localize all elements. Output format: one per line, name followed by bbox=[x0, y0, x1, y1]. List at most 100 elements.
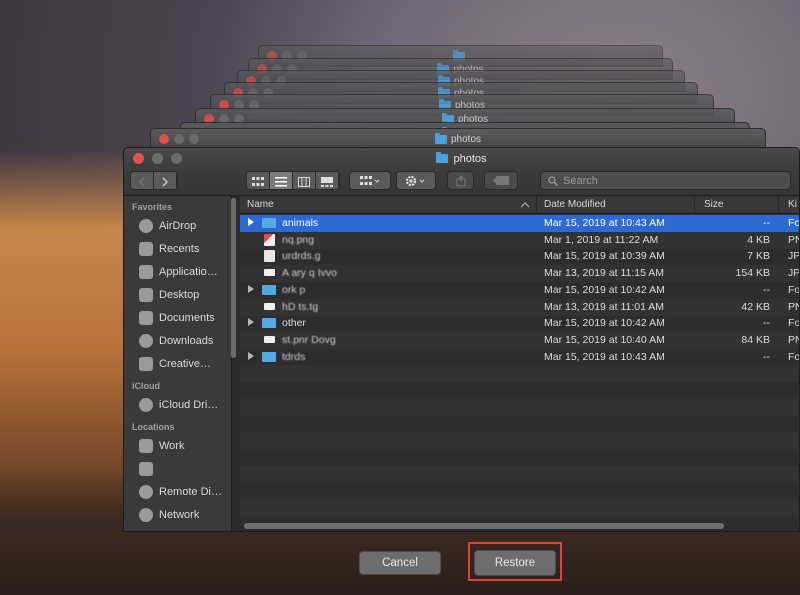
gallery-icon bbox=[321, 176, 333, 187]
file-row[interactable]: st.pnr Dovg Mar 15, 2019 at 10:40 AM 84 KB… bbox=[240, 331, 799, 349]
sidebar-item-label: Network bbox=[159, 509, 200, 521]
zoom-button[interactable] bbox=[171, 153, 182, 164]
sidebar-item[interactable]: Applicatio… bbox=[139, 262, 218, 282]
cloud-icon bbox=[139, 398, 153, 412]
file-name: urdrds.g bbox=[282, 250, 321, 263]
file-date: Mar 1, 2019 at 11:22 AM bbox=[544, 233, 659, 246]
share-button[interactable] bbox=[447, 171, 474, 190]
sidebar-item-label: Remote Di… bbox=[159, 486, 222, 498]
recents-icon bbox=[139, 242, 153, 256]
file-row[interactable]: ork p Mar 15, 2019 at 10:42 AM -- Fo bbox=[240, 282, 800, 299]
back-button[interactable] bbox=[131, 172, 154, 189]
file-name: hD ts.tg bbox=[282, 300, 319, 313]
sidebar-item[interactable]: Creative… bbox=[139, 354, 211, 374]
file-date: Mar 15, 2019 at 10:42 AM bbox=[544, 317, 665, 330]
title-bar: photos bbox=[124, 148, 799, 169]
empty-row bbox=[240, 498, 799, 516]
sidebar-item[interactable]: Recents bbox=[139, 239, 199, 259]
disc-icon bbox=[139, 485, 153, 499]
disclosure-triangle-icon[interactable] bbox=[248, 318, 254, 327]
sidebar-item[interactable]: Documents bbox=[139, 308, 215, 328]
file-row[interactable]: animals Mar 15, 2019 at 10:43 AM -- Fo bbox=[240, 215, 799, 232]
grid-icon bbox=[252, 176, 264, 186]
file-size: -- bbox=[763, 350, 770, 363]
drive-icon bbox=[139, 439, 153, 453]
tags-button[interactable] bbox=[484, 171, 518, 190]
file-kind: Fo bbox=[788, 283, 800, 296]
icon-view-button[interactable] bbox=[247, 172, 270, 189]
image-file-icon bbox=[264, 233, 275, 246]
disclosure-triangle-icon[interactable] bbox=[248, 284, 254, 293]
search-field[interactable]: Search bbox=[540, 171, 791, 190]
sidebar-item[interactable]: Downloads bbox=[139, 331, 213, 351]
column-header-kind[interactable]: Ki bbox=[788, 199, 797, 210]
file-icon bbox=[264, 302, 275, 310]
file-row[interactable]: urdrds.g Mar 15, 2019 at 10:39 AM 7 KB JP bbox=[240, 248, 799, 265]
group-by-button[interactable] bbox=[349, 171, 391, 190]
folder-icon bbox=[436, 152, 449, 163]
empty-row bbox=[240, 482, 799, 499]
action-menu-button[interactable] bbox=[396, 171, 436, 190]
file-size: 84 KB bbox=[741, 333, 770, 346]
file-row[interactable]: other Mar 15, 2019 at 10:42 AM -- Fo bbox=[240, 315, 799, 332]
sidebar-item[interactable] bbox=[139, 459, 159, 479]
gallery-view-button[interactable] bbox=[316, 172, 339, 189]
column-header-size[interactable]: Size bbox=[704, 199, 723, 210]
window-title: photos bbox=[453, 152, 487, 165]
cancel-button[interactable]: Cancel bbox=[359, 551, 441, 575]
sidebar-item[interactable]: Work bbox=[139, 436, 184, 456]
empty-row bbox=[240, 432, 799, 450]
chevron-left-icon bbox=[139, 177, 145, 186]
tag-icon bbox=[493, 176, 509, 185]
file-kind: Fo bbox=[788, 350, 800, 363]
forward-button[interactable] bbox=[154, 172, 177, 189]
horizontal-scrollbar[interactable] bbox=[244, 523, 724, 529]
desktop-icon bbox=[139, 288, 153, 302]
column-header-name[interactable]: Name bbox=[247, 199, 274, 210]
minimize-button[interactable] bbox=[152, 153, 163, 164]
file-row[interactable]: nq.png Mar 1, 2019 at 11:22 AM 4 KB PN bbox=[240, 231, 799, 249]
folder-icon bbox=[262, 284, 276, 295]
list-icon bbox=[275, 176, 287, 186]
sidebar-item-label: Recents bbox=[159, 243, 200, 255]
file-kind: JP bbox=[788, 267, 800, 280]
columns-icon bbox=[298, 176, 310, 187]
list-view-button[interactable] bbox=[270, 172, 293, 189]
gear-icon bbox=[405, 175, 425, 186]
column-header-date[interactable]: Date Modified bbox=[544, 199, 606, 210]
sidebar-section-header: iCloud bbox=[132, 381, 160, 391]
sort-ascending-icon bbox=[521, 202, 529, 208]
sidebar-item[interactable]: Remote Di… bbox=[139, 482, 222, 502]
sidebar-item[interactable]: iCloud Dri… bbox=[139, 395, 218, 415]
file-row[interactable]: tdrds Mar 15, 2019 at 10:43 AM -- Fo bbox=[240, 349, 800, 366]
file-row[interactable]: A ary q Ivvo Mar 13, 2019 at 11:15 AM 154 … bbox=[240, 265, 800, 283]
folder-icon bbox=[262, 318, 276, 329]
disclosure-triangle-icon[interactable] bbox=[248, 218, 254, 226]
file-kind: PN bbox=[788, 333, 799, 346]
disclosure-triangle-icon[interactable] bbox=[248, 351, 254, 360]
share-icon bbox=[456, 174, 465, 186]
file-date: Mar 15, 2019 at 10:39 AM bbox=[544, 250, 665, 263]
sidebar-item-label: Creative… bbox=[159, 358, 211, 370]
sidebar-item-label: Downloads bbox=[159, 335, 214, 347]
close-button[interactable] bbox=[133, 153, 144, 164]
file-name: nq.png bbox=[282, 233, 315, 246]
file-name: other bbox=[282, 317, 306, 330]
toolbar: Search bbox=[124, 169, 799, 196]
folder-icon bbox=[139, 357, 153, 371]
sidebar-item-label: iCloud Dri… bbox=[159, 399, 219, 411]
close-button bbox=[159, 134, 169, 144]
chevron-right-icon bbox=[162, 177, 168, 186]
column-view-button[interactable] bbox=[293, 172, 316, 189]
file-row[interactable]: hD ts.tg Mar 13, 2019 at 11:01 AM 42 KB PN bbox=[240, 298, 799, 316]
file-size: -- bbox=[763, 283, 770, 296]
drive-icon bbox=[139, 462, 153, 476]
sidebar-item[interactable]: Network bbox=[139, 505, 199, 525]
file-date: Mar 15, 2019 at 10:40 AM bbox=[544, 333, 665, 346]
sidebar-item[interactable]: Desktop bbox=[139, 285, 199, 305]
file-size: 42 KB bbox=[741, 300, 770, 313]
sidebar-scrollbar[interactable] bbox=[231, 198, 236, 358]
sidebar-item[interactable]: AirDrop bbox=[139, 216, 196, 236]
empty-row bbox=[240, 365, 799, 383]
file-size: 154 KB bbox=[735, 267, 770, 280]
